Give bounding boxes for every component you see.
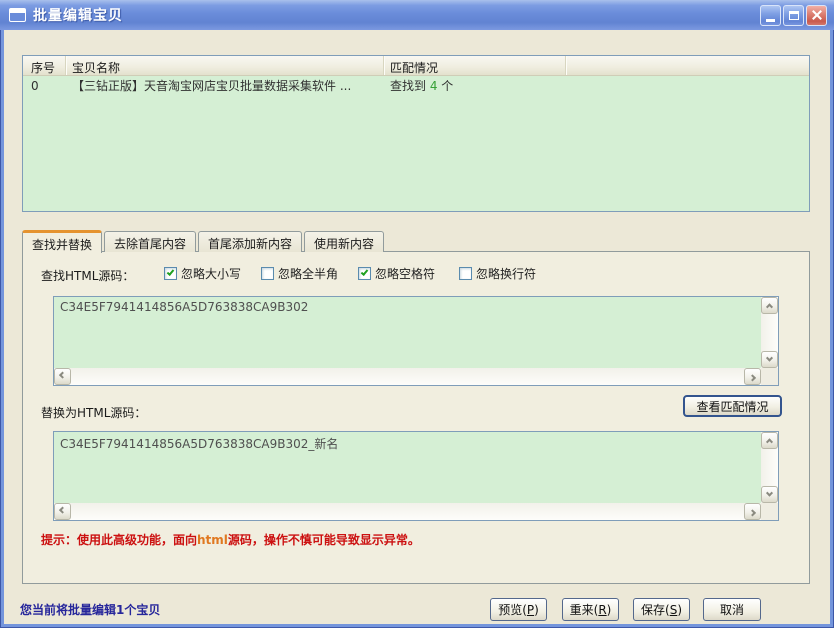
tab-find-and-replace[interactable]: 查找并替换 <box>22 230 102 253</box>
checkbox-ignore-width[interactable]: 忽略全半角 <box>261 265 338 282</box>
minimize-button[interactable] <box>760 5 781 26</box>
minimize-icon <box>766 19 775 22</box>
window-title: 批量编辑宝贝 <box>33 5 123 25</box>
warning-text: 提示：使用此高级功能，面向html源码，操作不慎可能导致显示异常。 <box>41 531 420 548</box>
tab-bar: 查找并替换 去除首尾内容 首尾添加新内容 使用新内容 <box>22 229 386 252</box>
column-header-extra <box>566 56 809 75</box>
find-source-textarea[interactable]: C34E5F7941414856A5D763838CA9B302 <box>53 296 779 386</box>
find-source-label: 查找HTML源码： <box>41 267 134 284</box>
window-controls <box>760 5 827 26</box>
green-check-icon <box>167 268 175 276</box>
checkbox-ignore-linebreaks[interactable]: 忽略换行符 <box>459 265 536 282</box>
scroll-left-button[interactable] <box>54 503 71 520</box>
close-button[interactable] <box>806 5 827 26</box>
chevron-left-icon <box>59 372 66 379</box>
chevron-up-icon <box>766 438 773 445</box>
view-match-button[interactable]: 查看匹配情况 <box>683 395 782 417</box>
table-row[interactable]: 0 【三钻正版】天音淘宝网店宝贝批量数据采集软件 ... 查找到 4 个 <box>23 76 809 95</box>
redo-button[interactable]: 重来(R) <box>562 598 619 621</box>
scrollbar-corner <box>761 368 778 385</box>
row-match-status: 查找到 4 个 <box>384 77 566 94</box>
dialog-body: 序号 宝贝名称 匹配情况 0 【三钻正版】天音淘宝网店宝贝批量数据采集软件 ..… <box>4 30 830 624</box>
checkbox-box[interactable] <box>261 267 274 280</box>
scroll-down-button[interactable] <box>761 351 778 368</box>
table-header: 序号 宝贝名称 匹配情况 <box>23 56 809 76</box>
column-header-match[interactable]: 匹配情况 <box>384 56 566 75</box>
warning-html-highlight: html <box>197 533 228 547</box>
replace-source-value[interactable]: C34E5F7941414856A5D763838CA9B302_新名 <box>54 432 761 503</box>
status-text: 您当前将批量编辑1个宝贝 <box>20 601 160 618</box>
preview-button[interactable]: 预览(P) <box>490 598 547 621</box>
find-source-value[interactable]: C34E5F7941414856A5D763838CA9B302 <box>54 297 761 368</box>
column-header-index[interactable]: 序号 <box>23 56 66 75</box>
scroll-up-button[interactable] <box>761 297 778 314</box>
cancel-button[interactable]: 取消 <box>703 598 761 621</box>
horizontal-scrollbar[interactable] <box>54 368 761 385</box>
items-table: 序号 宝贝名称 匹配情况 0 【三钻正版】天音淘宝网店宝贝批量数据采集软件 ..… <box>22 55 810 212</box>
tab-remove-head-tail[interactable]: 去除首尾内容 <box>104 231 196 252</box>
maximize-icon <box>789 11 799 20</box>
chevron-right-icon <box>749 374 756 381</box>
window-icon <box>9 8 26 22</box>
chevron-right-icon <box>749 509 756 516</box>
checkbox-label: 忽略换行符 <box>476 265 536 282</box>
replace-source-label: 替换为HTML源码： <box>41 404 146 421</box>
chevron-up-icon <box>766 303 773 310</box>
checkbox-label: 忽略大小写 <box>181 265 241 282</box>
scroll-right-button[interactable] <box>744 503 761 520</box>
batch-edit-dialog: 批量编辑宝贝 序号 宝贝名称 匹配情况 0 【三钻正版】天音淘宝网店宝贝批量数据… <box>0 0 834 628</box>
maximize-button[interactable] <box>783 5 804 26</box>
chevron-left-icon <box>59 507 66 514</box>
column-header-name[interactable]: 宝贝名称 <box>66 56 384 75</box>
vertical-scrollbar[interactable] <box>761 297 778 368</box>
checkbox-ignore-case[interactable]: 忽略大小写 <box>164 265 241 282</box>
scroll-up-button[interactable] <box>761 432 778 449</box>
checkbox-box[interactable] <box>164 267 177 280</box>
scroll-down-button[interactable] <box>761 486 778 503</box>
row-index: 0 <box>23 79 66 93</box>
checkbox-box[interactable] <box>358 267 371 280</box>
checkbox-ignore-spaces[interactable]: 忽略空格符 <box>358 265 435 282</box>
replace-source-textarea[interactable]: C34E5F7941414856A5D763838CA9B302_新名 <box>53 431 779 521</box>
tab-use-new-content[interactable]: 使用新内容 <box>304 231 384 252</box>
green-check-icon <box>361 268 369 276</box>
row-item-name: 【三钻正版】天音淘宝网店宝贝批量数据采集软件 ... <box>66 77 384 94</box>
horizontal-scrollbar[interactable] <box>54 503 761 520</box>
chevron-down-icon <box>766 490 773 497</box>
checkbox-box[interactable] <box>459 267 472 280</box>
scroll-right-button[interactable] <box>744 368 761 385</box>
scroll-left-button[interactable] <box>54 368 71 385</box>
close-icon <box>811 9 823 21</box>
checkbox-label: 忽略全半角 <box>278 265 338 282</box>
chevron-down-icon <box>766 355 773 362</box>
checkbox-label: 忽略空格符 <box>375 265 435 282</box>
vertical-scrollbar[interactable] <box>761 432 778 503</box>
title-bar[interactable]: 批量编辑宝贝 <box>0 0 834 30</box>
tab-append-head-tail[interactable]: 首尾添加新内容 <box>198 231 302 252</box>
tab-panel-find-replace: 查找HTML源码： 忽略大小写 忽略全半角 忽略空格符 忽略换行符 C34E5F… <box>22 251 810 584</box>
scrollbar-corner <box>761 503 778 520</box>
save-button[interactable]: 保存(S) <box>633 598 690 621</box>
